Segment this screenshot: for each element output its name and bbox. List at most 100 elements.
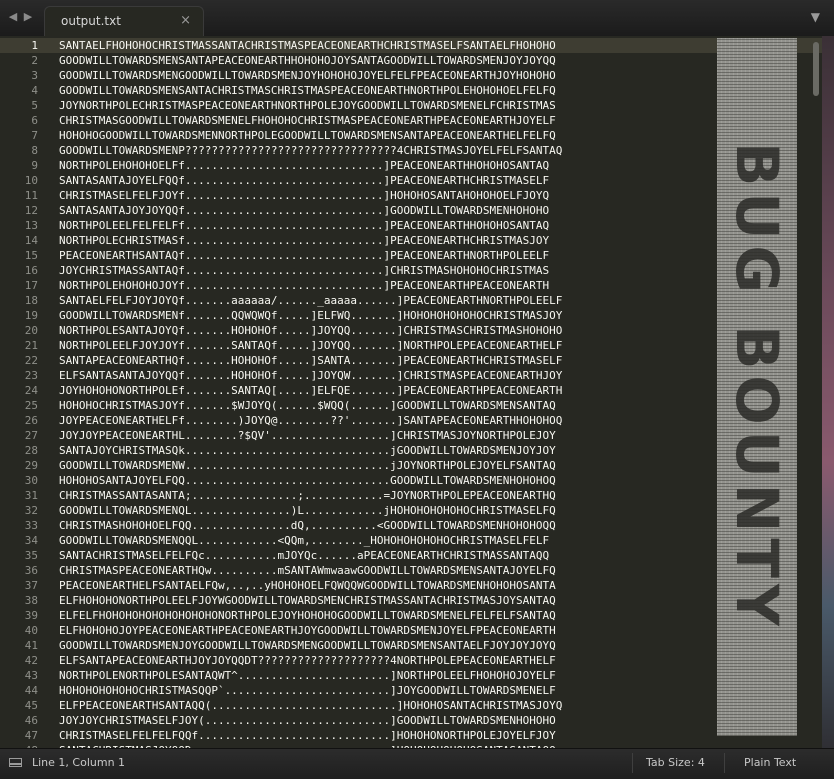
line-number: 36 <box>24 564 38 577</box>
text-line[interactable]: JOYJOYPEACEONEARTHL........?$QV'........… <box>59 428 556 443</box>
line-number: 8 <box>31 144 38 157</box>
cursor-position: Line 1, Column 1 <box>32 756 126 769</box>
text-line[interactable]: JOYNORTHPOLECHRISTMASPEACEONEARTHNORTHPO… <box>59 98 556 113</box>
tab-list-dropdown-icon[interactable]: ▼ <box>811 10 820 24</box>
tab-title: output.txt <box>61 14 121 28</box>
text-line[interactable]: JOYCHRISTMASSANTAQf.....................… <box>59 263 549 278</box>
line-number: 13 <box>24 219 38 232</box>
text-line[interactable]: HOHOHOSANTAJOYELFQQ.....................… <box>59 473 556 488</box>
line-number: 2 <box>31 54 38 67</box>
line-number: 1 <box>31 39 38 52</box>
text-line[interactable]: NORTHPOLENORTHPOLESANTAQWT^.............… <box>59 668 556 683</box>
line-number: 35 <box>24 549 38 562</box>
line-number: 39 <box>24 609 38 622</box>
panel-toggle-icon[interactable] <box>9 758 22 767</box>
text-line[interactable]: NORTHPOLESANTAJOYQf.......HOHOHOf.....]J… <box>59 323 562 338</box>
text-line[interactable]: CHRISTMASGOODWILLTOWARDSMENELFHOHOHOCHRI… <box>59 113 556 128</box>
text-line[interactable]: SANTASANTAJOYELFQQf.....................… <box>59 173 549 188</box>
text-line[interactable]: ELFSANTASANTAJOYQQf.......HOHOHOf.....]J… <box>59 368 562 383</box>
text-line[interactable]: ELFELFHOHOHOHOHOHOHOHOHONORTHPOLEJOYHOHO… <box>59 608 556 623</box>
text-line[interactable]: ELFSANTAPEACEONEARTHJOYJOYQQDT??????????… <box>59 653 556 668</box>
text-line[interactable]: JOYJOYCHRISTMASELFJOY(..................… <box>59 713 556 728</box>
text-line[interactable]: HOHOHOHOHOHOCHRISTMASQQP`...............… <box>59 683 556 698</box>
text-line[interactable]: SANTAELFELFJOYJOYQf.......aaaaaa/......_… <box>59 293 562 308</box>
line-number: 27 <box>24 429 38 442</box>
line-number-gutter: 1 2 3 4 5 6 7 8 9 10 11 12 13 14 15 16 17 18 19 20 21 22 23 24 2… <box>0 36 48 748</box>
text-line[interactable]: GOODWILLTOWARDSMENSANTACHRISTMASCHRISTMA… <box>59 83 556 98</box>
text-line[interactable]: NORTHPOLEELFELFELFf.....................… <box>59 218 549 233</box>
text-line[interactable]: HOHOHOGOODWILLTOWARDSMENNORTHPOLEGOODWIL… <box>59 128 556 143</box>
text-line[interactable]: GOODWILLTOWARDSMENSANTAPEACEONEARTHHOHOH… <box>59 53 556 68</box>
text-line[interactable]: SANTAELFHOHOHOCHRISTMASSANTACHRISTMASPEA… <box>59 38 556 53</box>
line-number: 30 <box>24 474 38 487</box>
vertical-scrollbar[interactable] <box>812 36 820 748</box>
line-number: 34 <box>24 534 38 547</box>
line-number: 25 <box>24 399 38 412</box>
text-line[interactable]: GOODWILLTOWARDSMENW.....................… <box>59 458 556 473</box>
tab-size-selector[interactable]: Tab Size: 4 <box>646 756 705 769</box>
syntax-selector[interactable]: Plain Text <box>744 756 796 769</box>
line-number: 38 <box>24 594 38 607</box>
line-number: 7 <box>31 129 38 142</box>
text-line[interactable]: HOHOHOCHRISTMASJOYf.......$WJOYQ(......$… <box>59 398 556 413</box>
line-number: 45 <box>24 699 38 712</box>
text-buffer[interactable]: SANTAELFHOHOHOCHRISTMASSANTACHRISTMASPEA… <box>59 36 739 748</box>
status-divider <box>724 753 725 773</box>
line-number: 46 <box>24 714 38 727</box>
text-line[interactable]: NORTHPOLEHOHOHOELFf.....................… <box>59 158 549 173</box>
text-line[interactable]: CHRISTMASELFELFELFQQf...................… <box>59 728 556 743</box>
text-line[interactable]: CHRISTMASELFELFJOYf.....................… <box>59 188 549 203</box>
text-line[interactable]: SANTASANTAJOYJOYQQf.....................… <box>59 203 549 218</box>
minimap-text-wrap: BUG BOUNTY <box>717 38 797 736</box>
line-number: 42 <box>24 654 38 667</box>
text-line[interactable]: SANTAJOYCHRISTMASQk.....................… <box>59 443 556 458</box>
text-line[interactable]: GOODWILLTOWARDSMENQQL............<QQm,..… <box>59 533 549 548</box>
status-divider <box>632 753 633 773</box>
line-number: 43 <box>24 669 38 682</box>
editor-area[interactable]: 1 2 3 4 5 6 7 8 9 10 11 12 13 14 15 16 17 18 19 20 21 22 23 24 2… <box>0 36 834 748</box>
back-arrow-icon[interactable]: ◀ <box>6 10 20 24</box>
text-line[interactable]: JOYPEACEONEARTHELFf........)JOYQ@.......… <box>59 413 562 428</box>
line-number: 12 <box>24 204 38 217</box>
text-line[interactable]: CHRISTMASPEACEONEARTHQw..........mSANTAW… <box>59 563 556 578</box>
close-icon[interactable]: × <box>180 13 191 28</box>
text-line[interactable]: ELFHOHOHOJOYPEACEONEARTHPEACEONEARTHJOYG… <box>59 623 556 638</box>
text-line[interactable]: GOODWILLTOWARDSMENP?????????????????????… <box>59 143 562 158</box>
text-line[interactable]: GOODWILLTOWARDSMENQL...............)L...… <box>59 503 556 518</box>
line-number: 16 <box>24 264 38 277</box>
text-line[interactable]: ELFHOHOHONORTHPOLEELFJOYWGOODWILLTOWARDS… <box>59 593 556 608</box>
minimap[interactable]: BUG BOUNTY <box>717 38 797 736</box>
tab-bar: ◀ ▶ output.txt × ▼ <box>0 0 834 36</box>
text-line[interactable]: NORTHPOLEHOHOHOJOYf.....................… <box>59 278 549 293</box>
line-number: 11 <box>24 189 38 202</box>
file-tab[interactable]: output.txt × <box>44 6 204 36</box>
line-number: 47 <box>24 729 38 742</box>
text-line[interactable]: PEACEONEARTHSANTAQf.....................… <box>59 248 549 263</box>
line-number: 3 <box>31 69 38 82</box>
line-number: 37 <box>24 579 38 592</box>
text-line[interactable]: CHRISTMASSANTASANTA;................;...… <box>59 488 556 503</box>
text-line[interactable]: SANTAPEACEONEARTHQf.......HOHOHOf.....]S… <box>59 353 562 368</box>
text-line[interactable]: ELFPEACEONEARTHSANTAQQ(.................… <box>59 698 562 713</box>
line-number: 6 <box>31 114 38 127</box>
line-number: 18 <box>24 294 38 307</box>
status-bar: Line 1, Column 1 Tab Size: 4 Plain Text <box>0 748 834 779</box>
line-number: 14 <box>24 234 38 247</box>
text-line[interactable]: JOYHOHOHONORTHPOLEf.......SANTAQ[.....]E… <box>59 383 562 398</box>
line-number: 40 <box>24 624 38 637</box>
line-number: 44 <box>24 684 38 697</box>
text-line[interactable]: GOODWILLTOWARDSMENf.......QQWQWQf.....]E… <box>59 308 562 323</box>
line-number: 26 <box>24 414 38 427</box>
text-line[interactable]: NORTHPOLECHRISTMASf.....................… <box>59 233 549 248</box>
text-line[interactable]: GOODWILLTOWARDSMENJOYGOODWILLTOWARDSMENG… <box>59 638 556 653</box>
text-line[interactable]: CHRISTMASHOHOHOELFQQ...............dQ,..… <box>59 518 556 533</box>
forward-arrow-icon[interactable]: ▶ <box>21 10 35 24</box>
text-line[interactable]: SANTACHRISTMASELFELFQc...........mJOYQc.… <box>59 548 549 563</box>
line-number: 23 <box>24 369 38 382</box>
text-line[interactable]: GOODWILLTOWARDSMENGOODWILLTOWARDSMENJOYH… <box>59 68 556 83</box>
text-line[interactable]: PEACEONEARTHELFSANTAELFQw,..,..yHOHOHOEL… <box>59 578 556 593</box>
text-line[interactable]: NORTHPOLEELFJOYJOYf.......SANTAQf.....]J… <box>59 338 562 353</box>
scrollbar-thumb[interactable] <box>813 42 819 96</box>
desktop-background-strip <box>822 36 834 748</box>
line-number: 5 <box>31 99 38 112</box>
